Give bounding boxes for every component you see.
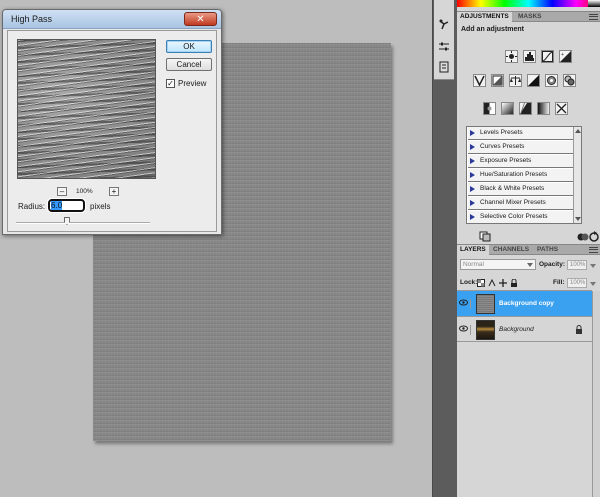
- opacity-field[interactable]: 100%: [567, 260, 587, 270]
- checkmark-icon: ✓: [167, 79, 174, 88]
- expand-triangle-icon: [470, 186, 475, 192]
- expand-triangle-icon: [470, 172, 475, 178]
- fill-label: Fill:: [553, 279, 565, 286]
- preset-hue-saturation[interactable]: Hue/Saturation Presets: [468, 169, 574, 182]
- blend-mode-value: Normal: [463, 261, 484, 268]
- blend-mode-select[interactable]: Normal: [460, 259, 536, 270]
- expand-triangle-icon: [470, 144, 475, 150]
- layer-name: Background copy: [499, 300, 554, 307]
- preview-label: Preview: [178, 79, 207, 88]
- radius-slider-track[interactable]: [16, 222, 150, 224]
- layer-row-background-copy[interactable]: Background copy: [457, 290, 592, 316]
- zoom-level: 100%: [76, 188, 93, 195]
- tab-paths[interactable]: PATHS: [534, 245, 561, 255]
- expand-triangle-icon: [470, 158, 475, 164]
- adjustments-panel: Add an adjustment + Levels Presets Curve…: [457, 22, 600, 242]
- opacity-label: Opacity:: [539, 261, 566, 268]
- dialog-body: – 100% + OK Cancel ✓ Preview Radius: pix…: [7, 30, 217, 232]
- expand-triangle-icon: [470, 214, 475, 220]
- layer-thumbnail: [476, 320, 495, 340]
- tab-adjustments[interactable]: ADJUSTMENTS: [457, 12, 512, 22]
- filter-preview[interactable]: [17, 39, 156, 179]
- adjustment-presets-list: Levels Presets Curves Presets Exposure P…: [466, 126, 582, 224]
- lock-image-icon[interactable]: [488, 279, 496, 287]
- adjustments-panel-icon[interactable]: [437, 18, 451, 32]
- close-button[interactable]: ✕: [184, 12, 217, 26]
- expand-triangle-icon: [470, 200, 475, 206]
- color-balance-icon[interactable]: [509, 74, 522, 87]
- visibility-eye-icon[interactable]: [459, 325, 471, 335]
- layer-thumbnail: [476, 294, 495, 314]
- dialog-title: High Pass: [11, 14, 53, 24]
- dialog-titlebar[interactable]: High Pass ✕: [3, 10, 221, 29]
- preset-black-white[interactable]: Black & White Presets: [468, 183, 574, 196]
- levels-icon[interactable]: [523, 50, 536, 63]
- zoom-in-button[interactable]: +: [109, 187, 119, 196]
- preset-selective-color[interactable]: Selective Color Presets: [468, 211, 574, 224]
- preview-checkbox[interactable]: ✓: [166, 79, 175, 88]
- invert-icon[interactable]: [483, 102, 496, 115]
- threshold-icon[interactable]: [519, 102, 532, 115]
- opacity-dropdown-icon[interactable]: [590, 264, 596, 268]
- high-pass-dialog: High Pass ✕ – 100% + OK Cancel ✓ Preview…: [2, 9, 222, 235]
- expand-triangle-icon: [470, 130, 475, 136]
- radius-input[interactable]: [47, 198, 86, 213]
- sliders-panel-icon[interactable]: [437, 40, 451, 54]
- photo-filter-icon[interactable]: [545, 74, 558, 87]
- radius-label: Radius:: [18, 202, 46, 211]
- tab-channels[interactable]: CHANNELS: [490, 245, 532, 255]
- adjustments-bottom-bar: [457, 231, 600, 244]
- layers-scrollbar[interactable]: [592, 291, 600, 497]
- black-white-icon[interactable]: [527, 74, 540, 87]
- hue-saturation-icon[interactable]: [491, 74, 504, 87]
- vibrance-icon[interactable]: [473, 74, 486, 87]
- fill-field[interactable]: 100%: [567, 278, 587, 288]
- curves-icon[interactable]: [541, 50, 554, 63]
- chevron-down-icon: [527, 263, 533, 267]
- tab-layers[interactable]: LAYERS: [457, 245, 489, 255]
- cancel-button[interactable]: Cancel: [166, 58, 212, 71]
- layer-lock-icon: [575, 325, 583, 334]
- posterize-icon[interactable]: [501, 102, 514, 115]
- reset-icon[interactable]: [589, 231, 599, 242]
- preset-curves[interactable]: Curves Presets: [468, 141, 574, 154]
- radius-unit-label: pixels: [90, 202, 111, 211]
- lock-position-icon[interactable]: [499, 279, 507, 287]
- adjustments-heading: Add an adjustment: [461, 26, 525, 33]
- panel-menu-icon[interactable]: [589, 13, 598, 21]
- selective-color-icon[interactable]: [555, 102, 568, 115]
- ok-button[interactable]: OK: [166, 40, 212, 53]
- adjustments-tabbar: ADJUSTMENTS MASKS: [457, 11, 600, 22]
- color-ramp[interactable]: [457, 0, 600, 7]
- close-icon: ✕: [196, 13, 205, 25]
- clip-to-layer-icon[interactable]: [479, 231, 491, 242]
- view-previous-state-icon[interactable]: [577, 231, 589, 242]
- lock-label: Lock:: [460, 279, 478, 286]
- scroll-up-arrow-icon[interactable]: [575, 129, 581, 133]
- visibility-eye-icon[interactable]: [459, 299, 471, 309]
- lock-all-icon[interactable]: [510, 279, 518, 287]
- brightness-contrast-icon[interactable]: [505, 50, 518, 63]
- collapsed-panel-icons: [434, 0, 454, 80]
- fill-dropdown-icon[interactable]: [590, 282, 596, 286]
- svg-text:+: +: [561, 52, 564, 58]
- exposure-icon[interactable]: +: [559, 50, 572, 63]
- layer-row-background[interactable]: Background: [457, 316, 592, 342]
- layers-panel-menu-icon[interactable]: [589, 246, 598, 254]
- layer-name: Background: [499, 326, 534, 333]
- channel-mixer-icon[interactable]: [563, 74, 576, 87]
- right-panel-column: ADJUSTMENTS MASKS Add an adjustment + Le…: [457, 0, 600, 497]
- lock-transparent-icon[interactable]: [477, 279, 485, 287]
- layers-tabbar: LAYERS CHANNELS PATHS: [457, 244, 600, 255]
- scroll-down-arrow-icon[interactable]: [575, 217, 581, 221]
- zoom-out-button[interactable]: –: [57, 187, 67, 196]
- tab-masks[interactable]: MASKS: [515, 12, 544, 22]
- presets-scrollbar[interactable]: [573, 127, 581, 223]
- preset-channel-mixer[interactable]: Channel Mixer Presets: [468, 197, 574, 210]
- preset-levels[interactable]: Levels Presets: [468, 127, 574, 140]
- clone-source-panel-icon[interactable]: [437, 60, 451, 74]
- gradient-map-icon[interactable]: [537, 102, 550, 115]
- preset-exposure[interactable]: Exposure Presets: [468, 155, 574, 168]
- layers-panel: LAYERS CHANNELS PATHS Normal Opacity: 10…: [457, 244, 600, 497]
